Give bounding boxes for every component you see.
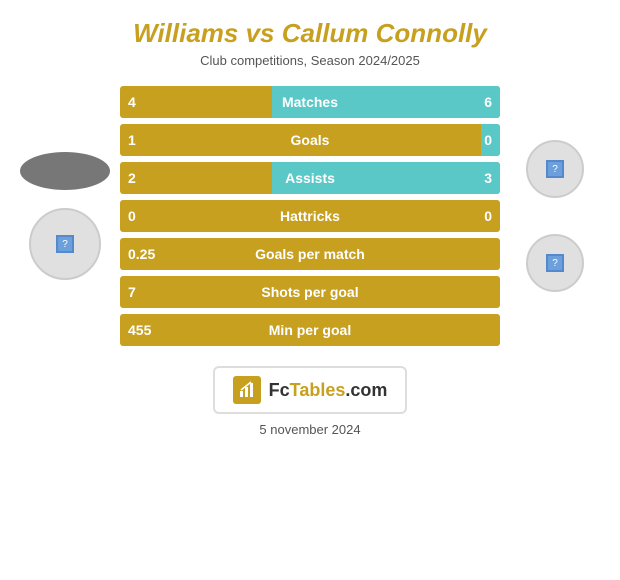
stat-row: 2Assists3 <box>120 162 500 194</box>
stat-right-value: 0 <box>484 208 492 224</box>
stat-bar: 2Assists3 <box>120 162 500 194</box>
left-avatar-wide <box>20 152 110 190</box>
date-text: 5 november 2024 <box>259 422 360 437</box>
stat-bar: 1Goals0 <box>120 124 500 156</box>
logo-text: FcTables.com <box>269 380 388 401</box>
logo-icon <box>233 376 261 404</box>
stats-panel: 4Matches61Goals02Assists30Hattricks00.25… <box>120 86 500 346</box>
main-container: Williams vs Callum Connolly Club competi… <box>0 0 620 580</box>
left-avatar-circle: ? <box>29 208 101 280</box>
left-avatars: ? <box>10 152 120 280</box>
stat-bar: 7Shots per goal <box>120 276 500 308</box>
stat-label: Assists <box>120 170 500 186</box>
stat-right-value: 6 <box>484 94 492 110</box>
logo-section: FcTables.com 5 november 2024 <box>213 366 408 437</box>
stat-row: 455Min per goal <box>120 314 500 346</box>
stat-bar: 0Hattricks0 <box>120 200 500 232</box>
stat-row: 1Goals0 <box>120 124 500 156</box>
stat-row: 0.25Goals per match <box>120 238 500 270</box>
right-avatar-bottom: ? <box>526 234 584 292</box>
stat-label: Shots per goal <box>120 284 500 300</box>
stat-bar: 0.25Goals per match <box>120 238 500 270</box>
stat-right-value: 0 <box>484 132 492 148</box>
right-avatar-top: ? <box>526 140 584 198</box>
stat-label: Hattricks <box>120 208 500 224</box>
match-subtitle: Club competitions, Season 2024/2025 <box>200 53 420 68</box>
stat-row: 0Hattricks0 <box>120 200 500 232</box>
stat-label: Matches <box>120 94 500 110</box>
main-content: ? 4Matches61Goals02Assists30Hattricks00.… <box>0 86 620 346</box>
logo-box: FcTables.com <box>213 366 408 414</box>
right-avatars: ? ? <box>500 140 610 292</box>
stat-bar: 455Min per goal <box>120 314 500 346</box>
stat-label: Min per goal <box>120 322 500 338</box>
stat-bar: 4Matches6 <box>120 86 500 118</box>
stat-right-value: 3 <box>484 170 492 186</box>
stat-label: Goals <box>120 132 500 148</box>
stat-label: Goals per match <box>120 246 500 262</box>
match-title: Williams vs Callum Connolly <box>133 18 487 49</box>
right-question-icon-bottom: ? <box>546 254 564 272</box>
stat-row: 7Shots per goal <box>120 276 500 308</box>
left-question-icon: ? <box>56 235 74 253</box>
right-question-icon-top: ? <box>546 160 564 178</box>
stat-row: 4Matches6 <box>120 86 500 118</box>
